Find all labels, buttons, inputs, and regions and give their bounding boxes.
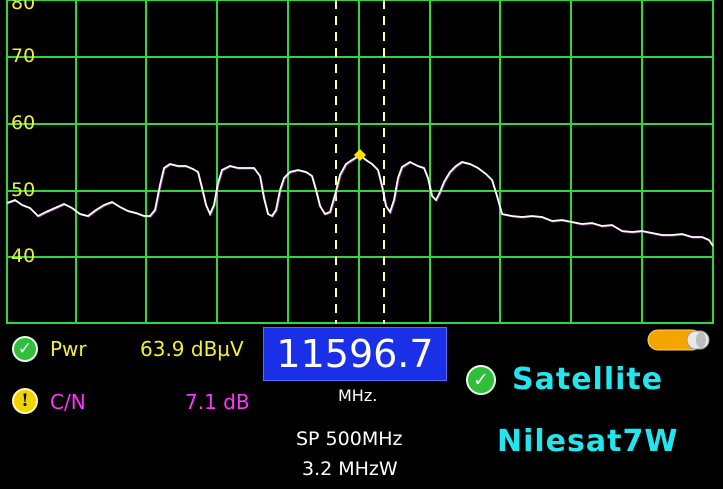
pwr-label: Pwr (50, 337, 87, 361)
satellite-name[interactable]: Nilesat7W (497, 424, 678, 459)
frequency-value: 11596.7 (276, 332, 434, 376)
plot-background (0, 0, 723, 326)
rbw-value: 3.2 MHzW (302, 458, 398, 480)
check-icon: ✓ (466, 365, 496, 395)
satellite-status: ✓ (466, 365, 496, 395)
cn-status: ! (12, 388, 38, 414)
frequency-unit: MHz. (338, 386, 378, 405)
spectrum-plot (0, 0, 723, 326)
pwr-status: ✓ (12, 336, 38, 362)
satellite-label: Satellite (512, 362, 664, 397)
pwr-value: 63.9 dBµV (140, 337, 244, 361)
span-value: SP 500MHz (296, 428, 403, 450)
cn-label: C/N (50, 390, 86, 414)
analyzer-screen: 80 70 60 50 40 ✓ Pwr 63.9 dBµV ! C/N 7.1… (0, 0, 723, 489)
y-tick-50: 50 (11, 179, 36, 201)
y-tick-60: 60 (11, 112, 36, 134)
exclamation-icon: ! (12, 388, 38, 414)
y-tick-40: 40 (11, 245, 36, 267)
check-icon: ✓ (12, 336, 38, 362)
battery-icon (647, 329, 710, 351)
y-tick-70: 70 (11, 45, 36, 67)
y-tick-80: 80 (11, 0, 36, 14)
frequency-display[interactable]: 11596.7 (263, 327, 447, 381)
cn-value: 7.1 dB (185, 390, 250, 414)
